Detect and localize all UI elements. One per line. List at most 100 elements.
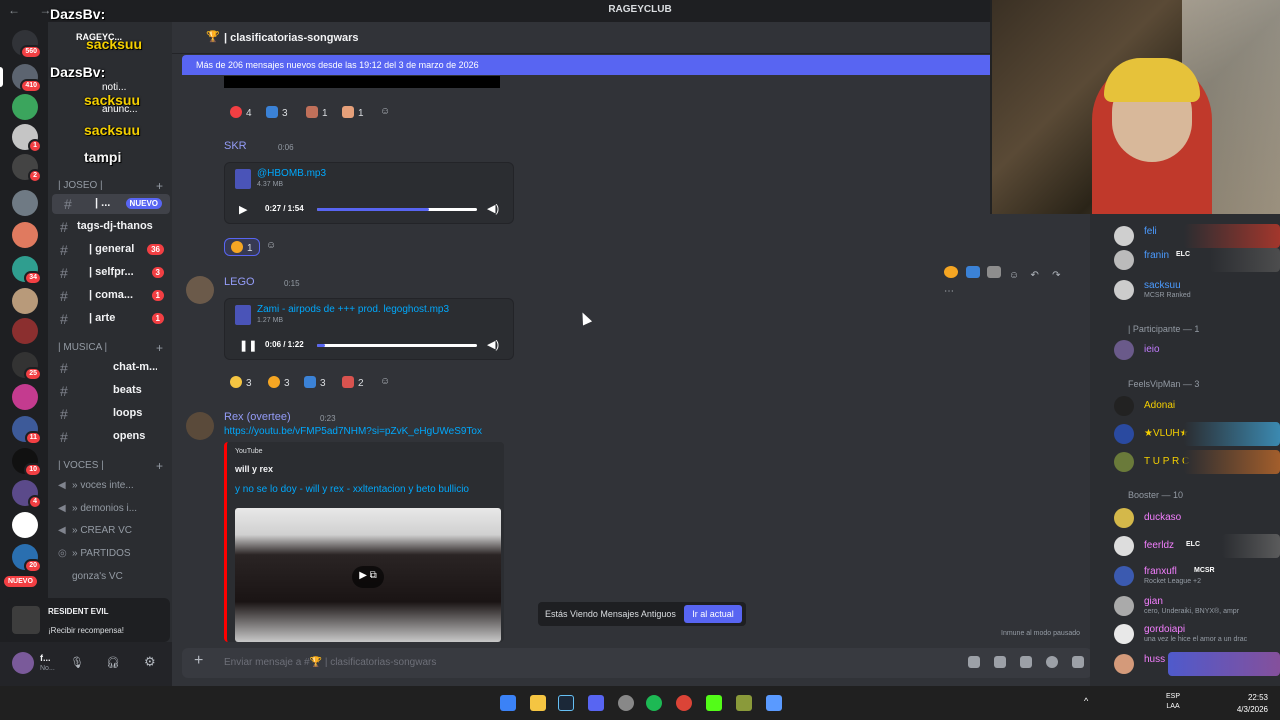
member[interactable]: feerldz ELC [1114,534,1280,558]
author-name[interactable]: Rex (overtee) [224,411,291,423]
member[interactable]: sacksuu MCSR Ranked [1114,278,1280,302]
category-musica[interactable]: | MUSICA | + [58,341,163,355]
voice-channel[interactable]: ◎ » PARTIDOS [58,548,131,559]
add-reaction-icon[interactable]: ☺ [374,374,396,392]
server-icon[interactable] [12,190,38,216]
reaction[interactable]: 1 [300,104,334,122]
embed-title[interactable]: y no se lo doy - will y rex - xxltentaci… [235,484,469,495]
apps-icon[interactable] [1072,656,1084,668]
channel-selfpr[interactable]: # | selfpr... 3 [48,263,172,283]
add-reaction-icon[interactable]: ☺ [1009,270,1023,282]
steam-icon[interactable] [558,695,574,711]
language-indicator[interactable]: ESP LAA [1166,692,1180,712]
voice-channel[interactable]: ◀ » demonios i... [58,503,137,514]
tray-chevron-icon[interactable]: ^ [1084,696,1088,706]
add-reaction-icon[interactable]: ☺ [374,104,396,122]
avatar[interactable] [186,412,214,440]
play-icon[interactable]: ▶ ⧉ [352,566,384,588]
clock[interactable]: 22:53 4/3/2026 [1237,692,1268,716]
member[interactable]: duckaso [1114,506,1280,530]
reaction[interactable]: 2 [336,374,370,392]
member[interactable]: Adonai [1114,394,1280,418]
volume-icon[interactable]: ◀) [487,202,499,215]
channel-beats[interactable]: # beats [48,381,172,401]
category-joseo[interactable]: | JOSEO | + [58,179,163,193]
server-icon[interactable]: 4 [12,480,42,509]
reaction[interactable]: 3 [224,374,258,392]
server-icon[interactable]: 2 [12,154,42,183]
message-input[interactable]: Enviar mensaje a #🏆 | clasificatorias-so… [224,657,436,668]
reaction[interactable]: 1 [224,238,260,256]
member[interactable]: ieio [1114,338,1280,362]
member[interactable]: T U P R C [1114,450,1280,474]
video-thumbnail[interactable]: ▶ ⧉ [235,508,501,642]
youtube-link[interactable]: https://youtu.be/vFMP5ad7NHM?si=pZvK_eHg… [224,426,482,437]
audio-progress[interactable] [317,208,477,211]
server-icon[interactable] [12,512,38,538]
file-name[interactable]: @HBOMB.mp3 [257,168,326,179]
embed-author[interactable]: will y rex [235,464,273,474]
member[interactable]: huss [1114,652,1280,676]
jump-to-present-button[interactable]: Ir al actual [684,605,742,623]
spotify-icon[interactable] [646,695,662,711]
channel-opens[interactable]: # opens [48,427,172,447]
add-channel-icon[interactable]: + [156,459,163,473]
channel-tags[interactable]: # tags-dj-thanos [48,217,172,237]
channel-loops[interactable]: # loops [48,404,172,424]
chrome-icon[interactable] [676,695,692,711]
author-name[interactable]: LEGO [224,276,255,288]
claim-reward-link[interactable]: ¡Recibir recompensa! [48,626,124,635]
server-icon[interactable]: 410 [12,64,42,93]
fire-react-icon[interactable] [944,266,958,278]
play-icon[interactable]: ▶ [239,203,247,216]
explorer-icon[interactable] [530,695,546,711]
server-icon[interactable] [12,94,38,120]
member[interactable]: gian cero, Underaiki, BNYX®, ampr [1114,594,1280,618]
server-icon[interactable] [12,222,38,248]
member[interactable]: franin ELC [1114,248,1280,272]
add-channel-icon[interactable]: + [156,179,163,193]
audio-progress[interactable] [317,344,477,347]
discord-icon[interactable] [588,695,604,711]
reaction[interactable]: 1 [336,104,370,122]
more-icon[interactable]: ⋯ [944,286,958,298]
member[interactable]: gordoiapi una vez le hice el amor a un dr… [1114,622,1280,646]
server-icon[interactable] [12,318,38,344]
server-icon[interactable]: 25 [12,352,42,381]
game-promo[interactable]: RESIDENT EVIL ¡Recibir recompensa! [6,598,170,642]
gift-icon[interactable] [968,656,980,668]
add-channel-icon[interactable]: + [156,341,163,355]
voice-channel[interactable]: ◀ » voces inte... [58,480,134,491]
server-icon[interactable]: 20 [12,544,42,573]
channel-chat-musica[interactable]: # chat-m... [48,358,172,378]
forward-icon[interactable]: ↷ [1052,270,1066,282]
author-name[interactable]: SKR [224,140,247,152]
member[interactable]: franxufl MCSR Rocket League +2 [1114,564,1280,588]
add-reaction-icon[interactable]: ☺ [260,238,282,256]
avatar[interactable] [186,276,214,304]
channel-arte[interactable]: # | arte 1 [48,309,172,329]
emoji-icon[interactable] [1046,656,1058,668]
server-icon[interactable]: 11 [12,416,42,445]
server-icon[interactable]: 10 [12,448,42,477]
emote-react-icon[interactable] [987,266,1002,278]
server-icon[interactable]: 34 [12,256,42,285]
server-icon[interactable]: 1 [12,124,42,153]
server-icon[interactable] [12,384,38,410]
channel-general[interactable]: # | general 36 [48,240,172,260]
headphones-icon[interactable]: 🎧︎ [106,656,120,669]
channel-coma[interactable]: # | coma... 1 [48,286,172,306]
channel-current[interactable]: # | ... NUEVO [52,194,170,214]
new-messages-banner[interactable]: Más de 206 mensajes nuevos desde las 19:… [182,55,1090,75]
server-icon[interactable] [12,288,38,314]
reaction[interactable]: 3 [298,374,332,392]
member[interactable]: feli [1114,224,1280,248]
gear-icon[interactable]: ⚙ [144,654,156,670]
app-icon[interactable] [736,695,752,711]
notepad-icon[interactable] [766,695,782,711]
attach-icon[interactable]: + [194,652,203,670]
reaction[interactable]: 4 [224,104,258,122]
sticker-icon[interactable] [1020,656,1032,668]
file-name[interactable]: Zami - airpods de +++ prod. legoghost.mp… [257,304,449,315]
obs-icon[interactable] [618,695,634,711]
